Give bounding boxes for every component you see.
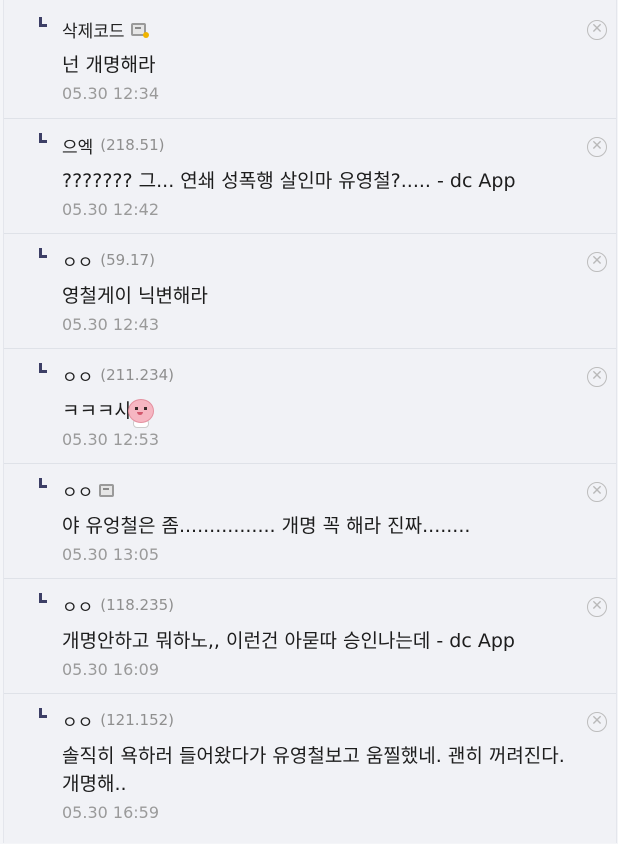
reply-ip: (121.152) xyxy=(100,711,175,729)
reply-date: 05.30 13:05 xyxy=(62,545,159,564)
fixed-nick-badge-icon xyxy=(99,483,115,497)
reply-arrow-icon xyxy=(39,17,47,27)
reply-date: 05.30 16:59 xyxy=(62,803,159,822)
reply-arrow-icon xyxy=(39,593,47,603)
reply-item: 으엑 (218.51) ??????? 그... 연쇄 성폭행 살인마 유영철?… xyxy=(4,119,616,234)
reply-nickname[interactable]: ㅇㅇ xyxy=(62,708,93,733)
reply-date: 05.30 12:43 xyxy=(62,315,159,334)
reply-item: ㅇㅇ (121.152) 솔직히 욕하러 들어왔다가 유영철보고 움찔했네. 괜… xyxy=(4,694,616,844)
reply-ip: (118.235) xyxy=(100,596,175,614)
reply-arrow-icon xyxy=(39,478,47,488)
delete-reply-button[interactable]: ✕ xyxy=(587,252,607,272)
reply-list: 삭제코드 넌 개명해라 05.30 12:34 ✕ 으엑 (218.51) ??… xyxy=(3,0,617,843)
reply-item: ㅇㅇ (118.235) 개명안하고 뭐하노,, 이런건 아묻따 승인나는데 -… xyxy=(4,579,616,694)
reply-nickname[interactable]: ㅇㅇ xyxy=(62,248,93,273)
reply-item: ㅇㅇ 야 유엉철은 좀................ 개명 꼭 해라 진짜..… xyxy=(4,464,616,579)
peach-emoticon-icon xyxy=(127,398,154,428)
reply-header: ㅇㅇ (118.235) xyxy=(62,593,616,618)
reply-text: 넌 개명해라 xyxy=(62,54,156,76)
reply-text: 영철게이 닉변해라 xyxy=(62,285,208,307)
reply-arrow-icon xyxy=(39,133,47,143)
reply-header: 삭제코드 xyxy=(62,17,616,42)
delete-reply-button[interactable]: ✕ xyxy=(587,597,607,617)
reply-item: ㅇㅇ (211.234) ㅋㅋㅋ사 05.30 12:53 ✕ xyxy=(4,349,616,464)
reply-item: 삭제코드 넌 개명해라 05.30 12:34 ✕ xyxy=(4,0,616,119)
reply-date: 05.30 12:53 xyxy=(62,430,159,449)
delete-reply-button[interactable]: ✕ xyxy=(587,137,607,157)
reply-header: ㅇㅇ xyxy=(62,478,616,503)
reply-text: 솔직히 욕하러 들어왔다가 유영철보고 움찔했네. 괜히 꺼려진다. 개명해.. xyxy=(62,745,565,795)
delete-reply-button[interactable]: ✕ xyxy=(587,20,607,40)
reply-text: 야 유엉철은 좀................ 개명 꼭 해라 진짜.....… xyxy=(62,515,471,537)
delete-reply-button[interactable]: ✕ xyxy=(587,712,607,732)
reply-nickname[interactable]: ㅇㅇ xyxy=(62,478,93,503)
delete-reply-button[interactable]: ✕ xyxy=(587,482,607,502)
reply-arrow-icon xyxy=(39,708,47,718)
reply-arrow-icon xyxy=(39,363,47,373)
reply-ip: (211.234) xyxy=(100,366,175,384)
reply-header: ㅇㅇ (211.234) xyxy=(62,363,616,388)
reply-nickname[interactable]: 삭제코드 xyxy=(62,17,125,42)
reply-date: 05.30 12:42 xyxy=(62,200,159,219)
reply-arrow-icon xyxy=(39,248,47,258)
reply-text: ??????? 그... 연쇄 성폭행 살인마 유영철?..... - dc A… xyxy=(62,170,516,192)
reply-date: 05.30 16:09 xyxy=(62,660,159,679)
reply-header: ㅇㅇ (59.17) xyxy=(62,248,616,273)
reply-ip: (218.51) xyxy=(100,136,165,154)
reply-text-row: ㅋㅋㅋ사 xyxy=(62,397,616,428)
reply-header: ㅇㅇ (121.152) xyxy=(62,708,616,733)
reply-nickname[interactable]: 으엑 xyxy=(62,133,93,158)
reply-item: ㅇㅇ (59.17) 영철게이 닉변해라 05.30 12:43 ✕ xyxy=(4,234,616,349)
reply-ip: (59.17) xyxy=(100,251,155,269)
reply-date: 05.30 12:34 xyxy=(62,84,159,103)
reply-header: 으엑 (218.51) xyxy=(62,133,616,158)
delete-reply-button[interactable]: ✕ xyxy=(587,367,607,387)
reply-nickname[interactable]: ㅇㅇ xyxy=(62,363,93,388)
fixed-nick-badge-icon xyxy=(130,22,149,38)
reply-text: 개명안하고 뭐하노,, 이런건 아묻따 승인나는데 - dc App xyxy=(62,630,515,652)
reply-text: ㅋㅋㅋ사 xyxy=(62,400,132,422)
reply-nickname[interactable]: ㅇㅇ xyxy=(62,593,93,618)
